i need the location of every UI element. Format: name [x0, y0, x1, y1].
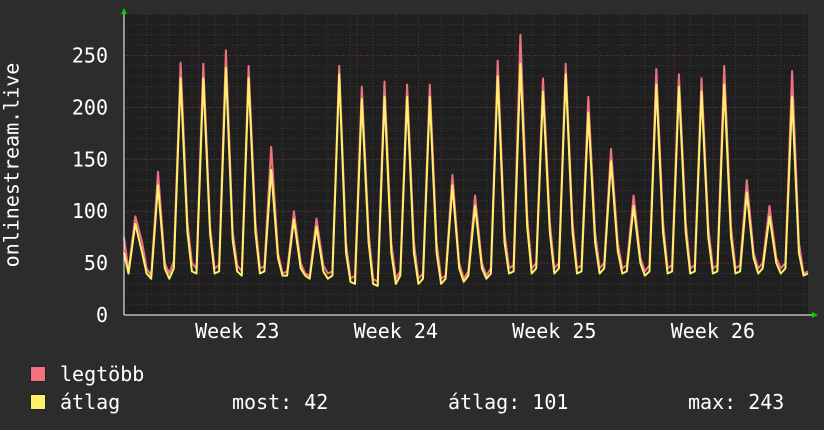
y-tick-label: 200: [72, 95, 108, 119]
legend-swatch-avg: [30, 394, 46, 410]
legend-label-max: legtöbb: [60, 362, 145, 386]
y-axis-label-text: onlinestream.live: [0, 62, 24, 268]
x-tick-label: Week 25: [512, 319, 596, 343]
stat-max: max: 243: [688, 390, 785, 414]
y-tick-label: 250: [72, 44, 108, 68]
y-tick-label: 50: [84, 251, 108, 275]
stat-avg: átlag: 101: [448, 390, 569, 414]
legend-item-max: legtöbb: [30, 361, 144, 387]
y-tick-label: 100: [72, 199, 108, 223]
x-axis-arrow-icon: [812, 312, 818, 318]
x-tick-label: Week 24: [354, 319, 438, 343]
x-tick-label: Week 23: [195, 319, 279, 343]
legend-label-avg: átlag: [60, 390, 121, 414]
y-tick-label: 150: [72, 147, 108, 171]
y-tick-label: 0: [96, 303, 108, 327]
legend-swatch-max: [30, 366, 46, 382]
y-axis-label: onlinestream.live: [0, 0, 24, 330]
y-axis-arrow-icon: [121, 8, 127, 14]
x-tick-label: Week 26: [671, 319, 755, 343]
x-axis-ticks: Week 23 Week 24 Week 25 Week 26: [195, 319, 755, 343]
legend-item-avg: átlag: [30, 389, 120, 415]
stat-most: most: 42: [232, 390, 329, 414]
y-axis-ticks: 0 50 100 150 200 250: [72, 44, 108, 327]
